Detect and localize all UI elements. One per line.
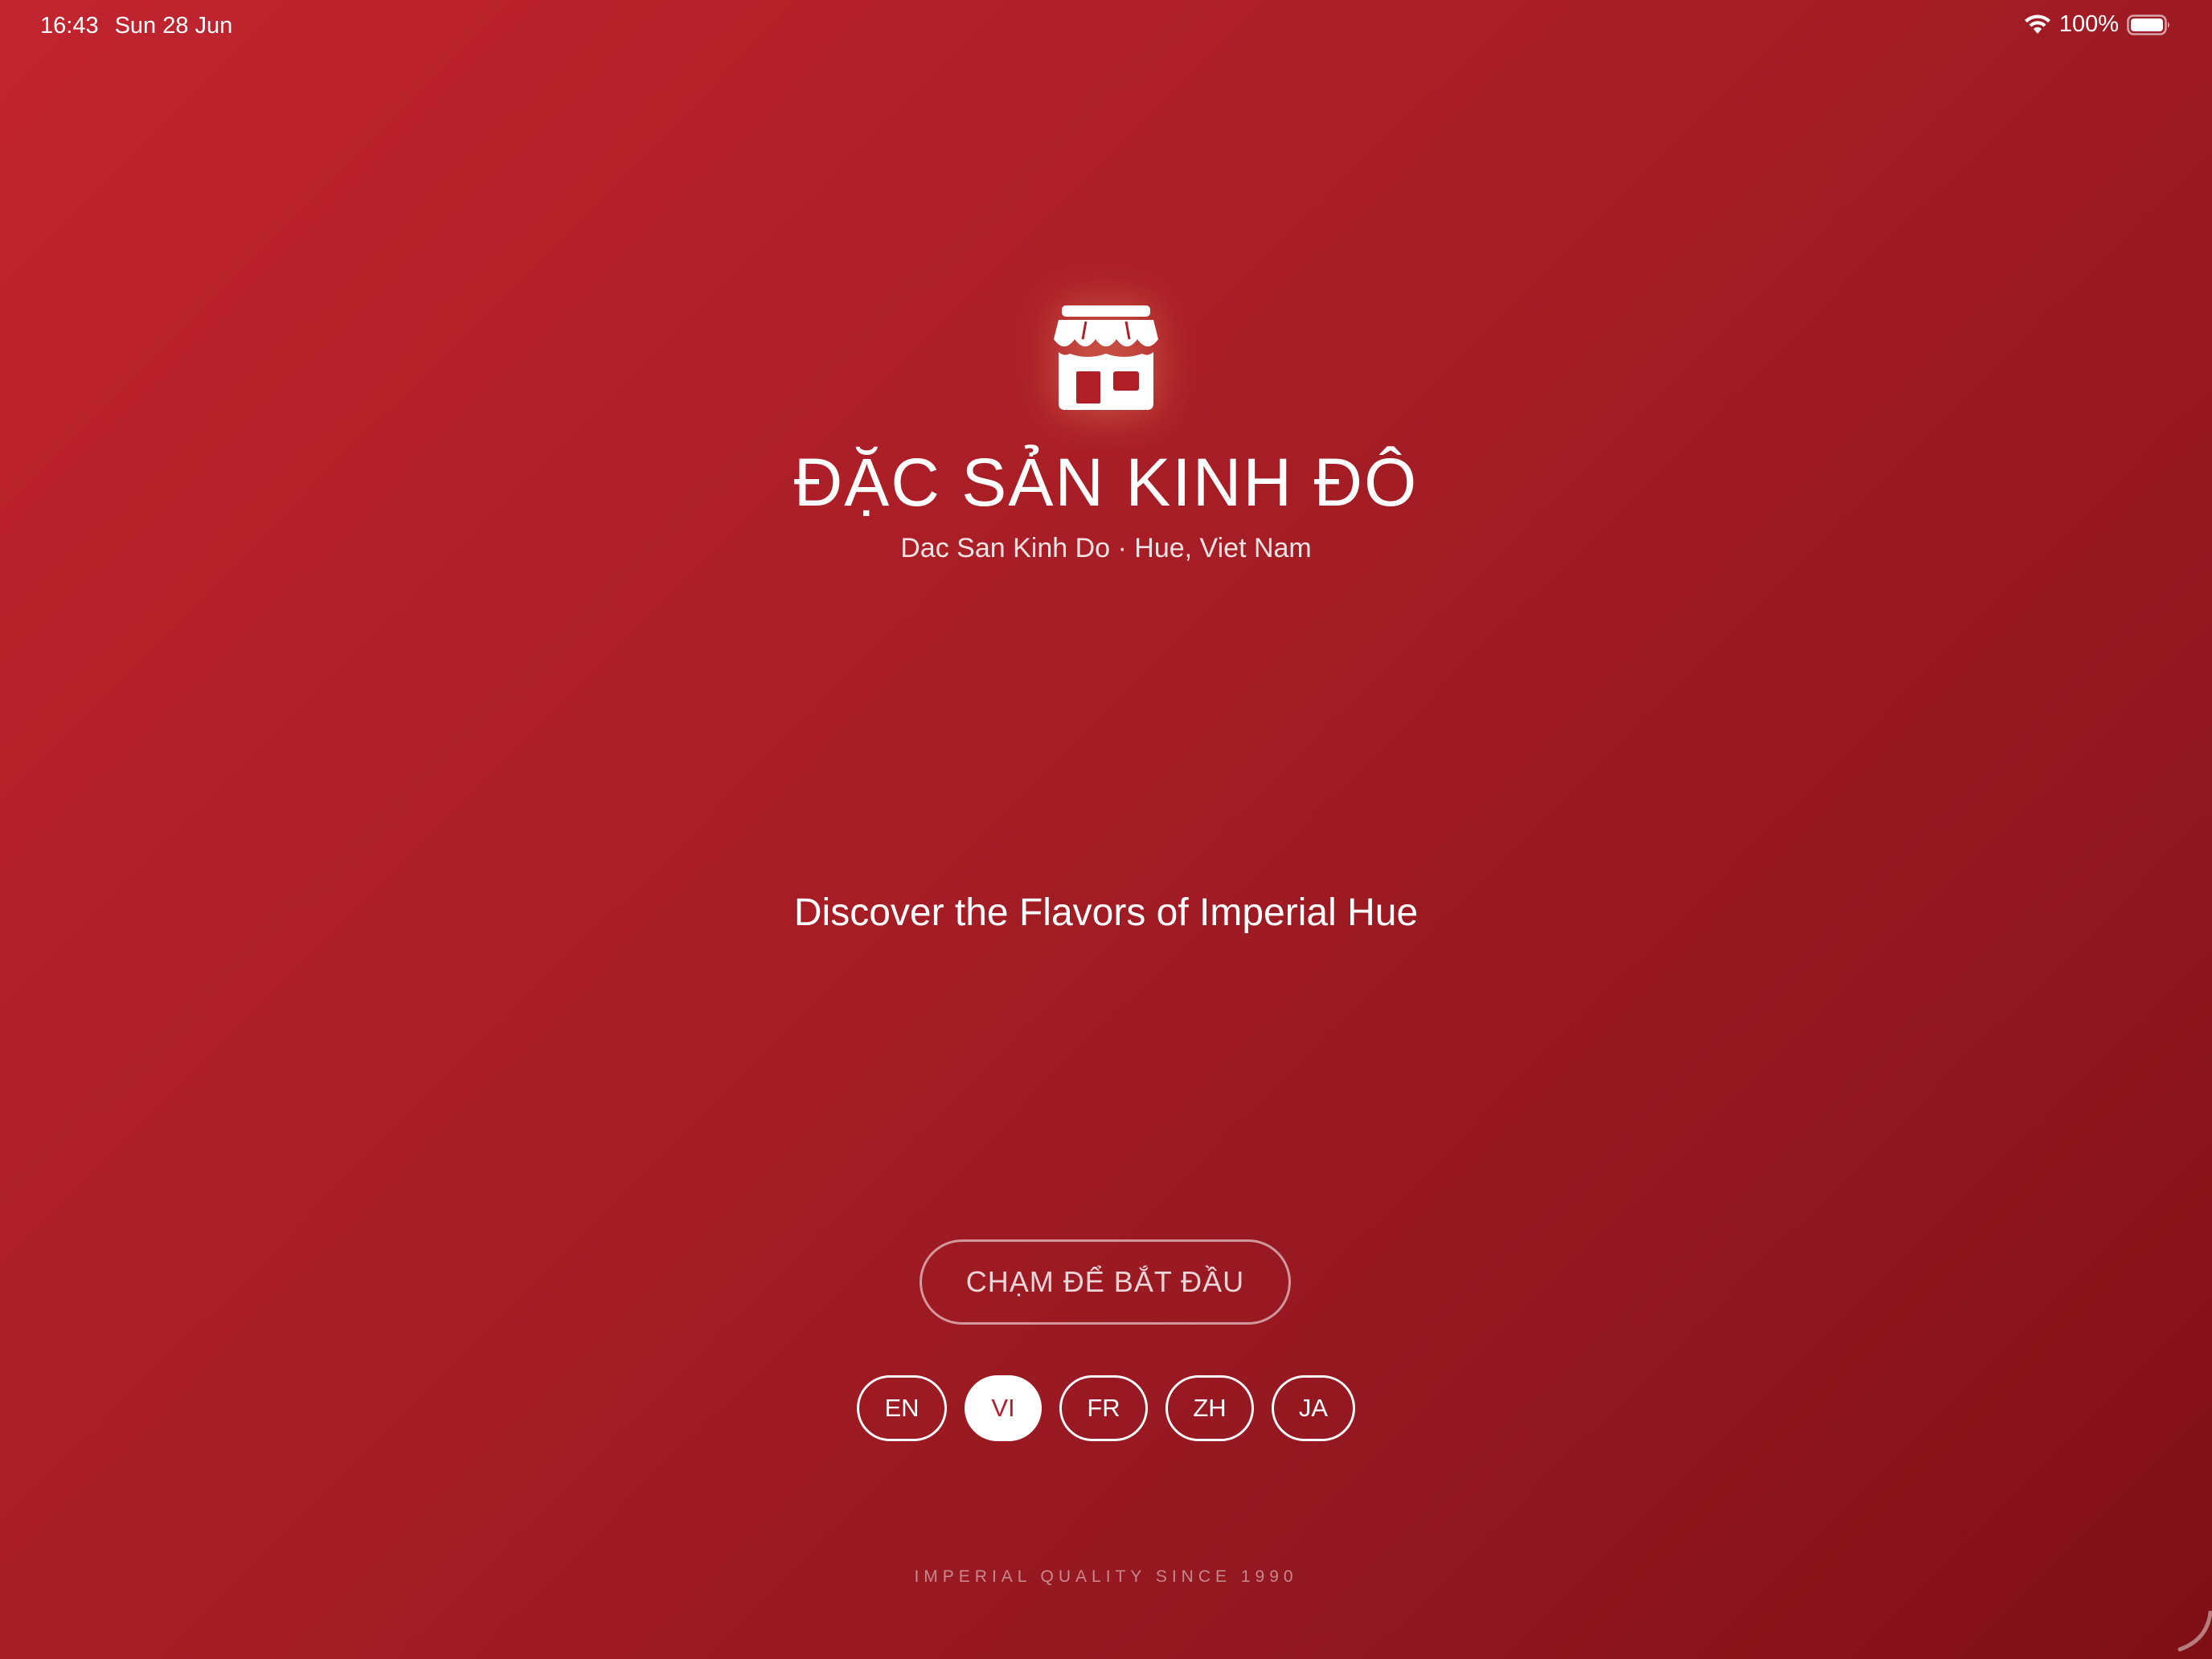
footer-text: IMPERIAL QUALITY SINCE 1990: [914, 1567, 1298, 1586]
start-button[interactable]: CHẠM ĐỂ BẮT ĐẦU: [920, 1239, 1291, 1325]
store-subtitle: Dac San Kinh Do · Hue, Viet Nam: [900, 533, 1312, 563]
status-date: Sun 28 Jun: [114, 13, 233, 39]
battery-percentage: 100%: [2058, 11, 2119, 37]
language-option-vi[interactable]: VI: [965, 1375, 1042, 1441]
tagline: Discover the Flavors of Imperial Hue: [793, 891, 1419, 934]
language-option-fr[interactable]: FR: [1059, 1375, 1148, 1441]
battery-icon: [2127, 14, 2172, 35]
brand-header: ĐẶC SẢN KINH ĐÔ Dac San Kinh Do · Hue, V…: [0, 297, 2212, 564]
store-title: ĐẶC SẢN KINH ĐÔ: [793, 444, 1419, 520]
language-option-zh[interactable]: ZH: [1165, 1375, 1254, 1441]
wifi-icon: [2024, 14, 2051, 35]
language-option-en[interactable]: EN: [857, 1375, 947, 1441]
status-right: 100%: [2024, 11, 2172, 38]
store-icon: [1046, 297, 1166, 418]
language-option-ja[interactable]: JA: [1272, 1375, 1355, 1441]
status-time: 16:43: [40, 13, 99, 39]
status-bar: 16:43 Sun 28 Jun 100%: [0, 0, 2212, 51]
status-left: 16:43 Sun 28 Jun: [40, 13, 232, 39]
corner-indicator-icon: [2177, 1611, 2212, 1652]
language-selector: EN VI FR ZH JA: [0, 1375, 2212, 1441]
